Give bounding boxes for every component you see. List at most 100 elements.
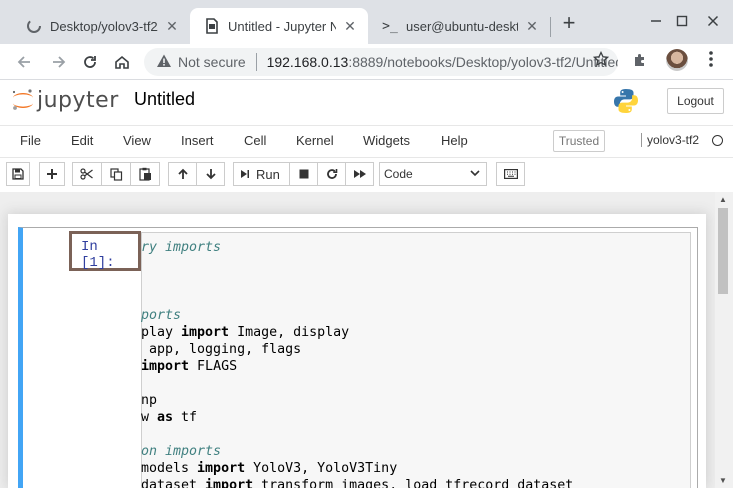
- warning-icon[interactable]: [156, 53, 172, 72]
- home-button[interactable]: [110, 50, 134, 74]
- menu-help[interactable]: Help: [441, 133, 468, 148]
- menu-insert[interactable]: Insert: [181, 133, 214, 148]
- browser-menu-icon[interactable]: [708, 50, 714, 71]
- url-host: 192.168.0.13: [266, 54, 349, 70]
- jupyter-spinner-icon: [26, 18, 42, 34]
- url-path: :8889/notebooks/Desktop/yolov3-tf2/Untit…: [348, 54, 618, 70]
- notebook-icon: [204, 18, 220, 34]
- copy-button[interactable]: [101, 162, 131, 186]
- scrollbar-thumb[interactable]: [718, 208, 728, 294]
- code-token: dataset: [141, 478, 206, 488]
- profile-avatar[interactable]: [666, 49, 688, 71]
- close-window-button[interactable]: [700, 8, 726, 34]
- code-line: dataset import transform_images, load_tf…: [141, 477, 689, 488]
- code-token: np: [141, 393, 158, 408]
- paste-icon: [138, 167, 151, 181]
- tab-label: Desktop/yolov3-tf2/: [50, 18, 158, 34]
- arrow-down-icon: [205, 169, 216, 180]
- code-token: import: [181, 325, 230, 340]
- insert-cell-button[interactable]: [39, 162, 65, 186]
- command-palette-button[interactable]: [496, 162, 525, 186]
- address-bar[interactable]: Not secure 192.168.0.13 :8889/notebooks/…: [144, 48, 618, 76]
- cell-type-select[interactable]: Code: [379, 162, 487, 186]
- tab-desktop-folder[interactable]: Desktop/yolov3-tf2/ ✕: [12, 8, 190, 44]
- tab-separator: [550, 17, 551, 37]
- code-line: app, logging, flags: [141, 341, 689, 358]
- new-tab-button[interactable]: +: [557, 12, 581, 36]
- save-icon: [12, 168, 24, 180]
- reload-button[interactable]: [78, 50, 102, 74]
- menu-view[interactable]: View: [123, 133, 151, 148]
- close-tab-icon[interactable]: ✕: [342, 18, 358, 34]
- bookmark-star-icon[interactable]: [592, 50, 610, 70]
- paste-button[interactable]: [130, 162, 160, 186]
- code-line: models import YoloV3, YoloV3Tiny: [141, 460, 689, 477]
- scissors-icon: [80, 168, 93, 180]
- keyboard-icon: [503, 169, 518, 179]
- chevron-down-icon: [469, 167, 481, 182]
- python-logo-icon: [612, 87, 640, 118]
- code-line: w as tf: [141, 409, 689, 426]
- menu-cell[interactable]: Cell: [244, 133, 266, 148]
- code-token: ry imports: [141, 240, 222, 255]
- code-token: w: [141, 410, 158, 425]
- run-label: Run: [256, 166, 280, 182]
- forward-button[interactable]: [47, 50, 71, 74]
- code-token: ports: [141, 308, 182, 323]
- tab-label: user@ubuntu-desktop: [406, 18, 518, 34]
- interrupt-button[interactable]: [289, 162, 318, 186]
- code-token: import: [205, 478, 254, 488]
- kernel-status-icon: [712, 135, 723, 146]
- menu-kernel[interactable]: Kernel: [296, 133, 334, 148]
- close-tab-icon[interactable]: ✕: [164, 18, 180, 34]
- move-down-button[interactable]: [196, 162, 225, 186]
- menu-edit[interactable]: Edit: [71, 133, 93, 148]
- back-button[interactable]: [12, 50, 36, 74]
- arrow-up-icon: [177, 168, 188, 179]
- restart-run-all-button[interactable]: [345, 162, 374, 186]
- code-line: np: [141, 392, 689, 409]
- cell-type-value: Code: [384, 167, 413, 181]
- jupyter-logo-icon[interactable]: [10, 87, 36, 113]
- maximize-window-button[interactable]: [669, 8, 695, 34]
- trusted-indicator[interactable]: Trusted: [553, 130, 605, 152]
- scroll-up-arrow-icon[interactable]: ▲: [719, 195, 727, 204]
- run-button[interactable]: Run: [233, 162, 290, 186]
- extensions-puzzle-icon[interactable]: [632, 52, 648, 71]
- step-forward-icon: [241, 170, 249, 178]
- code-line: play import Image, display: [141, 324, 689, 341]
- security-label[interactable]: Not secure: [178, 54, 246, 70]
- copy-icon: [109, 167, 122, 181]
- jupyter-logo-text[interactable]: jupyter: [37, 88, 119, 113]
- cell-prompt: In [1]:: [69, 231, 141, 271]
- move-up-button[interactable]: [168, 162, 197, 186]
- save-button[interactable]: [6, 162, 30, 186]
- tab-untitled-notebook[interactable]: Untitled - Jupyter Notebook ✕: [190, 8, 368, 44]
- logout-button[interactable]: Logout: [667, 88, 724, 114]
- plus-icon: [47, 169, 57, 179]
- code-token: models: [141, 461, 198, 476]
- code-line: ry imports: [141, 239, 689, 256]
- menu-widgets[interactable]: Widgets: [363, 133, 410, 148]
- menu-file[interactable]: File: [20, 133, 41, 148]
- code-token: import: [197, 461, 246, 476]
- close-tab-icon[interactable]: ✕: [524, 18, 540, 34]
- code-token: import: [141, 359, 190, 374]
- terminal-icon: >_: [382, 18, 398, 34]
- browser-toolbar: Not secure 192.168.0.13 :8889/notebooks/…: [0, 44, 733, 80]
- cell-code-editor[interactable]: ry imports ports play import Image, displa…: [141, 239, 689, 488]
- code-line: on imports: [141, 443, 689, 460]
- restart-button[interactable]: [317, 162, 346, 186]
- notebook-name[interactable]: Untitled: [134, 89, 195, 110]
- tab-terminal[interactable]: >_ user@ubuntu-desktop ✕: [368, 8, 550, 44]
- minimize-window-button[interactable]: [643, 8, 669, 34]
- scroll-down-arrow-icon[interactable]: ▼: [719, 476, 727, 485]
- stop-icon: [299, 169, 308, 179]
- cut-button[interactable]: [72, 162, 102, 186]
- kernel-name[interactable]: yolov3-tf2: [641, 133, 699, 147]
